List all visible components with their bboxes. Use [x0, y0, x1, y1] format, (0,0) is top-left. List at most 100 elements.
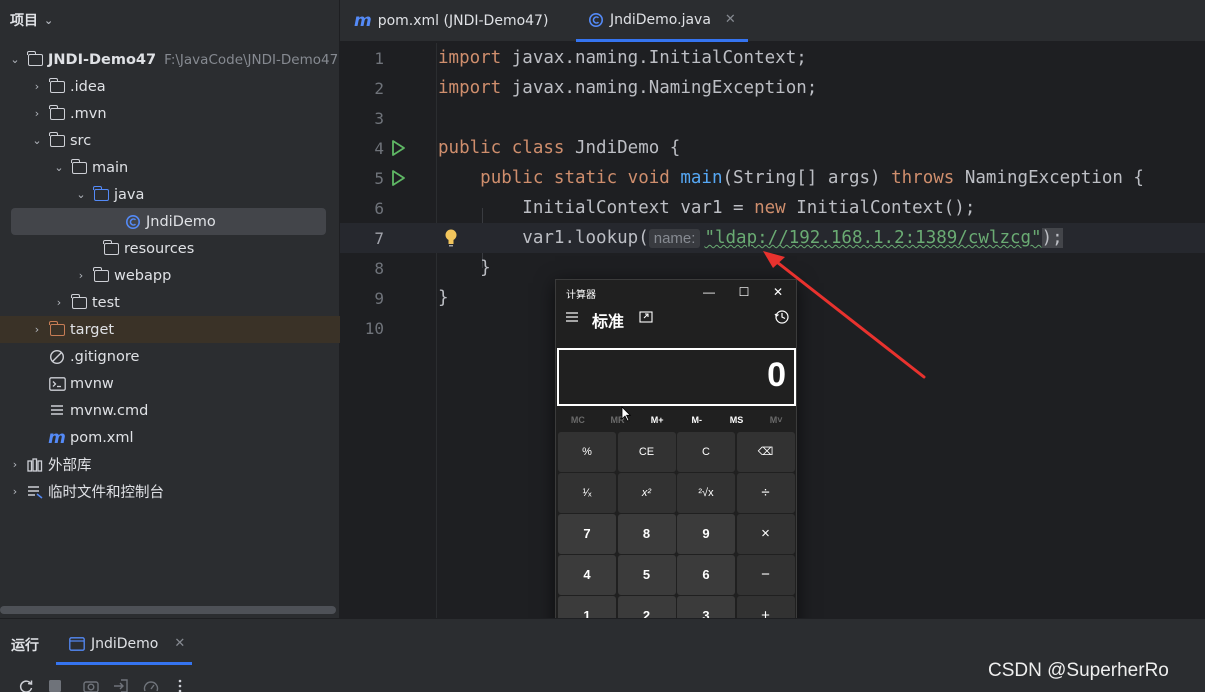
- chevron-down-icon[interactable]: ⌄: [52, 161, 66, 174]
- subtract-button[interactable]: −: [736, 555, 795, 595]
- code-text: InitialContext var1 = new InitialContext…: [522, 198, 976, 218]
- memory-subtract-button[interactable]: M-: [678, 415, 716, 425]
- memory-add-button[interactable]: M+: [638, 415, 676, 425]
- tree-item-java[interactable]: ⌄ java: [0, 181, 340, 208]
- stop-icon[interactable]: [47, 679, 63, 692]
- source-folder-icon: [92, 185, 110, 203]
- chevron-down-icon[interactable]: ⌄: [8, 53, 22, 66]
- tree-item-project-root[interactable]: ⌄ JNDI-Demo47 F:\JavaCode\JNDI-Demo47: [0, 46, 340, 73]
- reciprocal-button[interactable]: ¹⁄ₓ: [558, 473, 616, 513]
- watermark-text: CSDN @SuperherRo: [988, 660, 1169, 681]
- code-line-6: 6 InitialContext var1 = new InitialConte…: [340, 193, 1205, 223]
- memory-list-button[interactable]: M˅: [757, 415, 795, 425]
- digit-4-button[interactable]: 4: [558, 555, 616, 595]
- folder-icon: [92, 266, 110, 284]
- tree-item-main[interactable]: ⌄ main: [0, 154, 340, 181]
- tree-item-test[interactable]: › test: [0, 289, 340, 316]
- backspace-button[interactable]: ⌫: [736, 432, 795, 472]
- hamburger-menu-icon[interactable]: [565, 311, 579, 323]
- run-method-icon[interactable]: [388, 168, 408, 188]
- tree-item-label: mvnw.cmd: [70, 402, 149, 419]
- chevron-right-icon[interactable]: ›: [30, 323, 44, 336]
- tree-item-target[interactable]: › target: [0, 316, 340, 343]
- tab-jndidemo-java[interactable]: JndiDemo.java ✕: [576, 0, 748, 42]
- tree-item-pom[interactable]: m pom.xml: [0, 424, 340, 451]
- code-line-7: 7 var1.lookup(name: "ldap://192.168.1.2:1…: [340, 223, 1205, 253]
- tab-pom-xml[interactable]: m pom.xml (JNDI-Demo47): [354, 0, 568, 42]
- folder-icon: [48, 131, 66, 149]
- rerun-icon[interactable]: [18, 679, 34, 692]
- camera-icon[interactable]: [83, 679, 99, 692]
- close-icon[interactable]: ✕: [174, 636, 185, 651]
- maven-icon: m: [48, 427, 66, 448]
- history-icon[interactable]: [774, 309, 790, 325]
- digit-6-button[interactable]: 6: [677, 555, 735, 595]
- chevron-down-icon[interactable]: ⌄: [74, 188, 88, 201]
- minimize-button[interactable]: —: [694, 282, 724, 302]
- project-panel-header[interactable]: 项目 ⌄: [10, 10, 53, 30]
- line-number: 7: [374, 228, 384, 248]
- chevron-right-icon[interactable]: ›: [30, 107, 44, 120]
- digit-8-button[interactable]: 8: [617, 514, 676, 554]
- divide-button[interactable]: ÷: [736, 473, 795, 513]
- maximize-button[interactable]: ☐: [729, 282, 759, 302]
- code-line-5: 5 public static void main(String[] args)…: [340, 163, 1205, 193]
- java-class-icon: [588, 12, 604, 28]
- chevron-right-icon[interactable]: ›: [52, 296, 66, 309]
- square-root-button[interactable]: ²√x: [677, 473, 735, 513]
- tree-item-label: main: [92, 159, 129, 176]
- run-class-icon[interactable]: [388, 138, 408, 158]
- keep-on-top-icon[interactable]: [639, 311, 653, 323]
- tree-item-external-libraries[interactable]: › 外部库: [0, 451, 340, 478]
- tree-item-src[interactable]: ⌄ src: [0, 127, 340, 154]
- tree-item-mvn[interactable]: › .mvn: [0, 100, 340, 127]
- tree-item-label: JNDI-Demo47: [48, 51, 157, 68]
- run-tab-jndidemo[interactable]: JndiDemo ✕: [56, 625, 192, 665]
- excluded-folder-icon: [48, 320, 66, 338]
- project-path-hint: F:\JavaCode\JNDI-Demo47: [164, 51, 339, 68]
- tree-item-mvnw[interactable]: mvnw: [0, 370, 340, 397]
- chevron-right-icon[interactable]: ›: [8, 458, 22, 471]
- tab-label: JndiDemo.java: [610, 11, 711, 28]
- resources-folder-icon: [102, 239, 120, 257]
- chevron-down-icon[interactable]: ⌄: [30, 134, 44, 147]
- memory-store-button[interactable]: MS: [717, 415, 755, 425]
- chevron-right-icon[interactable]: ›: [8, 485, 22, 498]
- digit-9-button[interactable]: 9: [677, 514, 735, 554]
- close-icon[interactable]: ✕: [725, 12, 736, 27]
- chevron-right-icon[interactable]: ›: [74, 269, 88, 282]
- tree-item-jndidemo[interactable]: JndiDemo: [0, 208, 340, 235]
- multiply-button[interactable]: ×: [736, 514, 795, 554]
- project-panel: 项目 ⌄ ⌄ JNDI-Demo47 F:\JavaCode\JNDI-Demo…: [0, 0, 340, 618]
- tree-item-scratches[interactable]: › 临时文件和控制台: [0, 478, 340, 505]
- display-value: 0: [767, 356, 786, 394]
- percent-button[interactable]: %: [558, 432, 616, 472]
- memory-clear-button[interactable]: MC: [559, 415, 597, 425]
- tree-item-resources[interactable]: resources: [0, 235, 340, 262]
- tree-item-label: src: [70, 132, 92, 149]
- tree-item-label: webapp: [114, 267, 172, 284]
- tab-label: pom.xml (JNDI-Demo47): [377, 13, 549, 29]
- square-button[interactable]: x²: [617, 473, 676, 513]
- tree-item-gitignore[interactable]: .gitignore: [0, 343, 340, 370]
- digit-5-button[interactable]: 5: [617, 555, 676, 595]
- calculator-display: 0: [557, 348, 796, 406]
- code-line-3: 3: [340, 103, 1205, 133]
- folder-icon: [48, 104, 66, 122]
- tree-item-idea[interactable]: › .idea: [0, 73, 340, 100]
- login-icon[interactable]: [113, 679, 129, 692]
- chevron-right-icon[interactable]: ›: [30, 80, 44, 93]
- clear-button[interactable]: C: [677, 432, 735, 472]
- code-text: var1.lookup(name: "ldap://192.168.1.2:138…: [522, 228, 1063, 248]
- chevron-down-icon[interactable]: ⌄: [44, 14, 53, 27]
- tree-item-webapp[interactable]: › webapp: [0, 262, 340, 289]
- more-options-icon[interactable]: [172, 679, 188, 692]
- speedometer-icon[interactable]: [143, 679, 159, 692]
- digit-7-button[interactable]: 7: [558, 514, 616, 554]
- horizontal-scrollbar[interactable]: [0, 606, 336, 614]
- parameter-hint: name:: [648, 229, 701, 248]
- close-button[interactable]: ✕: [763, 282, 793, 302]
- clear-entry-button[interactable]: CE: [617, 432, 676, 472]
- line-number: 5: [374, 168, 384, 188]
- tree-item-mvnw-cmd[interactable]: mvnw.cmd: [0, 397, 340, 424]
